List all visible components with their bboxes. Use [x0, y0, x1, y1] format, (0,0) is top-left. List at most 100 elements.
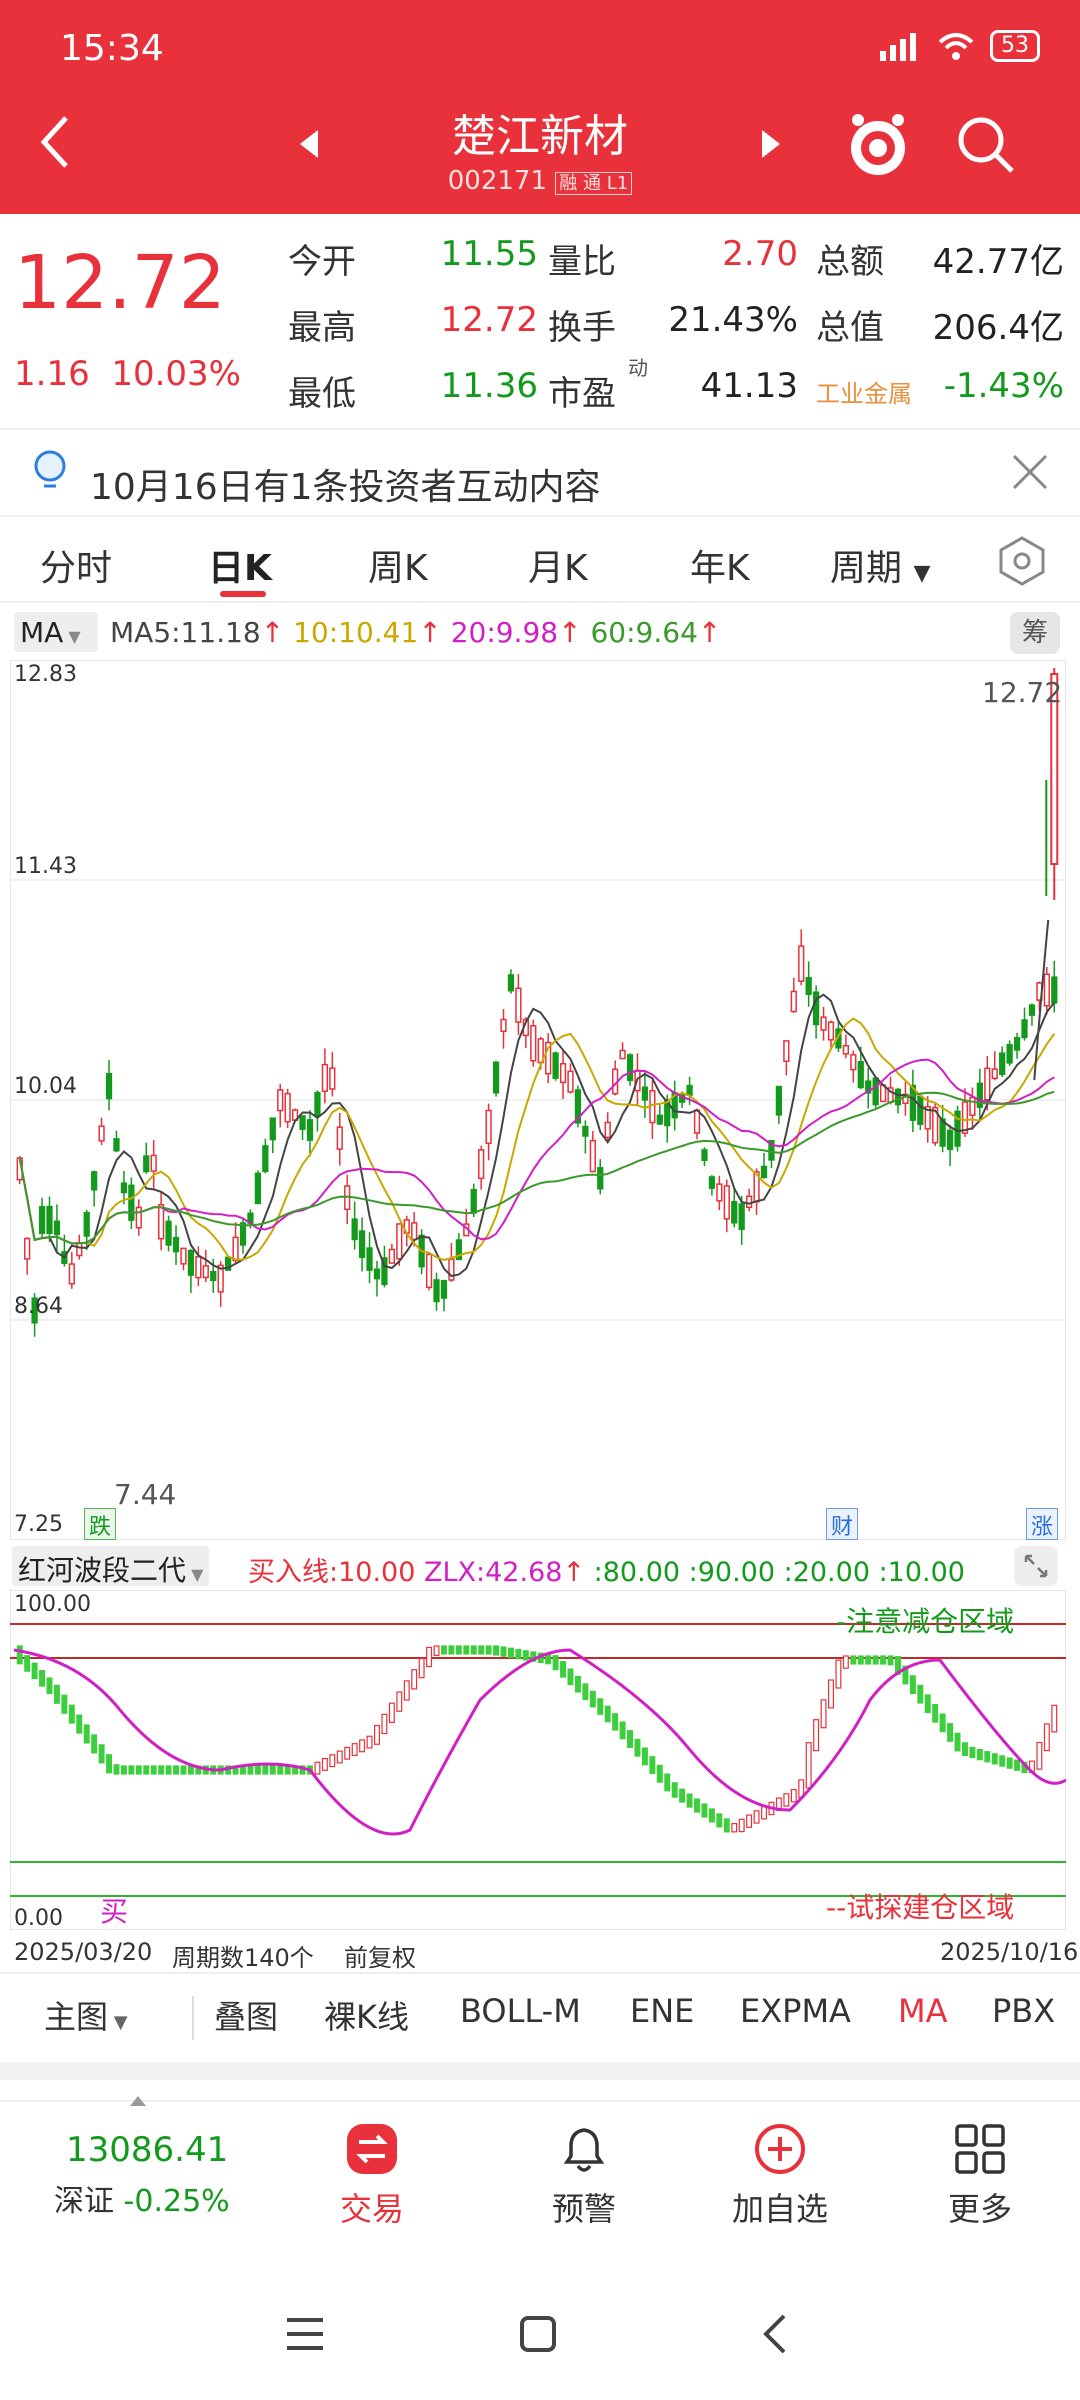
- notice-bar[interactable]: 10月16日有1条投资者互动内容: [0, 428, 1080, 508]
- settings-hex-icon[interactable]: [996, 535, 1048, 587]
- quote-value: 11.55: [440, 234, 538, 274]
- divider: [192, 1996, 194, 2040]
- ma-selector[interactable]: MA ▼: [14, 612, 98, 652]
- tab-fenshi[interactable]: 分时: [40, 539, 112, 591]
- main-chart-dropdown[interactable]: 主图 ▼: [44, 1992, 128, 2038]
- indicator-legend: 买入线:10.00 ZLX:42.68↑ :80.00 :90.00 :20.0…: [248, 1557, 965, 1588]
- menu-icon[interactable]: [285, 2316, 325, 2352]
- ma5-label: MA5:11.18: [110, 616, 261, 649]
- expand-icon[interactable]: [1014, 1546, 1058, 1586]
- tab-indicator: [220, 591, 266, 597]
- quote-value: 42.77亿: [932, 242, 1064, 282]
- marker-up[interactable]: 涨: [1026, 1508, 1058, 1540]
- nav-trade[interactable]: 交易: [340, 2122, 404, 2230]
- zone-top-label: -注意减仓区域: [836, 1605, 1015, 1638]
- back-nav-icon[interactable]: [760, 2312, 790, 2356]
- index-pct: -0.25%: [123, 2184, 230, 2219]
- overlay-button[interactable]: 叠图: [214, 1992, 278, 2038]
- tab-weekly-k[interactable]: 周K: [368, 539, 428, 591]
- index-name-pct[interactable]: 深证 -0.25%: [54, 2176, 230, 2220]
- period-count: 周期数140个: [172, 1944, 314, 1972]
- assistant-mascot-icon[interactable]: [846, 110, 910, 180]
- overlay-toolbar: 主图 ▼ 叠图 裸K线 BOLL-M ENE EXPMA MA PBX: [0, 1972, 1080, 2062]
- chevron-down-icon: ▼: [913, 561, 931, 586]
- zone-bottom-label: --试探建仓区域: [826, 1891, 1015, 1924]
- boll-m-button[interactable]: BOLL-M: [460, 1992, 581, 2030]
- nav-more[interactable]: 更多: [948, 2122, 1012, 2230]
- date-start: 2025/03/20: [14, 1938, 153, 1966]
- naked-k-button[interactable]: 裸K线: [324, 1992, 409, 2038]
- quote-label: 工业金属: [816, 380, 912, 408]
- low-label: 7.44: [114, 1478, 177, 1511]
- y-tick-3: 10.04: [14, 1074, 77, 1099]
- levels-label: :80.00 :90.00 :20.00 :10.00: [593, 1557, 965, 1588]
- ma-button[interactable]: MA: [898, 1992, 948, 2030]
- tab-period-label: 周期: [830, 548, 903, 589]
- quote-value: 21.43%: [668, 300, 798, 340]
- ma-legend: MA5:11.18↑ 10:10.41↑ 20:9.98↑ 60:9.64↑: [110, 616, 722, 649]
- ene-button[interactable]: ENE: [630, 1992, 694, 2030]
- pbx-button[interactable]: PBX: [992, 1992, 1055, 2030]
- chevron-down-icon: ▼: [63, 627, 81, 646]
- bottom-nav: 13086.41 深证 -0.25% 交易 预警 加自选 更多: [0, 2096, 1080, 2230]
- quote-value: 206.4亿: [932, 308, 1064, 348]
- bell-icon: [563, 2128, 605, 2172]
- ma10-label: 10:10.41: [293, 616, 419, 649]
- quote-label: 今开: [288, 242, 356, 282]
- close-icon[interactable]: [1010, 452, 1050, 492]
- nav-more-label: 更多: [948, 2190, 1013, 2228]
- y-tick-4: 8.64: [14, 1294, 63, 1319]
- header-bar: 15:34 53 楚江新材 002171 融 通 L1: [0, 0, 1080, 214]
- pe-suffix: 动: [628, 356, 648, 380]
- indicator-chart[interactable]: [10, 1590, 1066, 1930]
- separator: [0, 2062, 1080, 2080]
- main-chart-label: 主图: [44, 1998, 109, 2036]
- adjust-mode[interactable]: 前复权: [344, 1938, 416, 1973]
- stock-title: 楚江新材: [452, 111, 628, 162]
- tab-period[interactable]: 周期 ▼: [830, 539, 930, 591]
- trade-icon: [347, 2124, 397, 2174]
- expma-button[interactable]: EXPMA: [740, 1992, 851, 2030]
- y-tick-2: 11.43: [14, 854, 77, 879]
- quote-label: 总额: [816, 242, 884, 282]
- status-icons: 53: [878, 30, 1040, 62]
- marker-finance[interactable]: 财: [826, 1508, 858, 1540]
- quote-value: 2.70: [722, 234, 798, 274]
- nav-alert[interactable]: 预警: [552, 2122, 616, 2230]
- quote-value: -1.43%: [943, 366, 1064, 406]
- chevron-down-icon: ▼: [108, 2012, 128, 2033]
- indicator-selector[interactable]: 红河波段二代 ▼: [12, 1546, 210, 1587]
- quote-label: 总值: [816, 308, 884, 348]
- quote-value: 41.13: [700, 366, 798, 406]
- battery-icon: 53: [990, 30, 1040, 62]
- period-tabs: 分时 日K 周K 月K 年K 周期 ▼: [0, 515, 1080, 603]
- marker-down[interactable]: 跌: [84, 1508, 116, 1540]
- ind-top-label: 100.00: [14, 1592, 91, 1617]
- home-icon[interactable]: [518, 2314, 558, 2354]
- tab-daily-k[interactable]: 日K: [208, 539, 272, 591]
- nav-trade-label: 交易: [340, 2190, 405, 2228]
- tab-monthly-k[interactable]: 月K: [528, 539, 588, 591]
- search-icon[interactable]: [955, 114, 1017, 176]
- chevron-down-icon: ▼: [186, 1565, 204, 1584]
- y-tick-bottom: 7.25: [14, 1512, 63, 1537]
- price-change: 1.16 10.03%: [14, 354, 241, 394]
- tab-yearly-k[interactable]: 年K: [690, 539, 750, 591]
- signal-icon: [880, 33, 916, 61]
- chip-distribution-button[interactable]: 筹: [1010, 612, 1060, 654]
- wifi-icon: [938, 33, 974, 60]
- nav-add-watchlist[interactable]: 加自选: [732, 2122, 828, 2230]
- ma20-label: 20:9.98: [450, 616, 559, 649]
- y-tick-top: 12.83: [14, 662, 77, 687]
- candlestick-chart[interactable]: [10, 660, 1066, 1540]
- nav-add-label: 加自选: [732, 2190, 829, 2228]
- quote-label: 换手: [548, 308, 616, 348]
- add-circle-icon: [755, 2124, 805, 2174]
- quote-label: 市盈: [548, 374, 616, 414]
- next-stock-icon[interactable]: [762, 130, 780, 158]
- notice-text: 10月16日有1条投资者互动内容: [90, 467, 601, 508]
- index-value[interactable]: 13086.41: [66, 2130, 228, 2170]
- nav-alert-label: 预警: [552, 2190, 617, 2228]
- expand-up-icon[interactable]: [130, 2096, 146, 2106]
- current-price: 12.72: [14, 240, 226, 326]
